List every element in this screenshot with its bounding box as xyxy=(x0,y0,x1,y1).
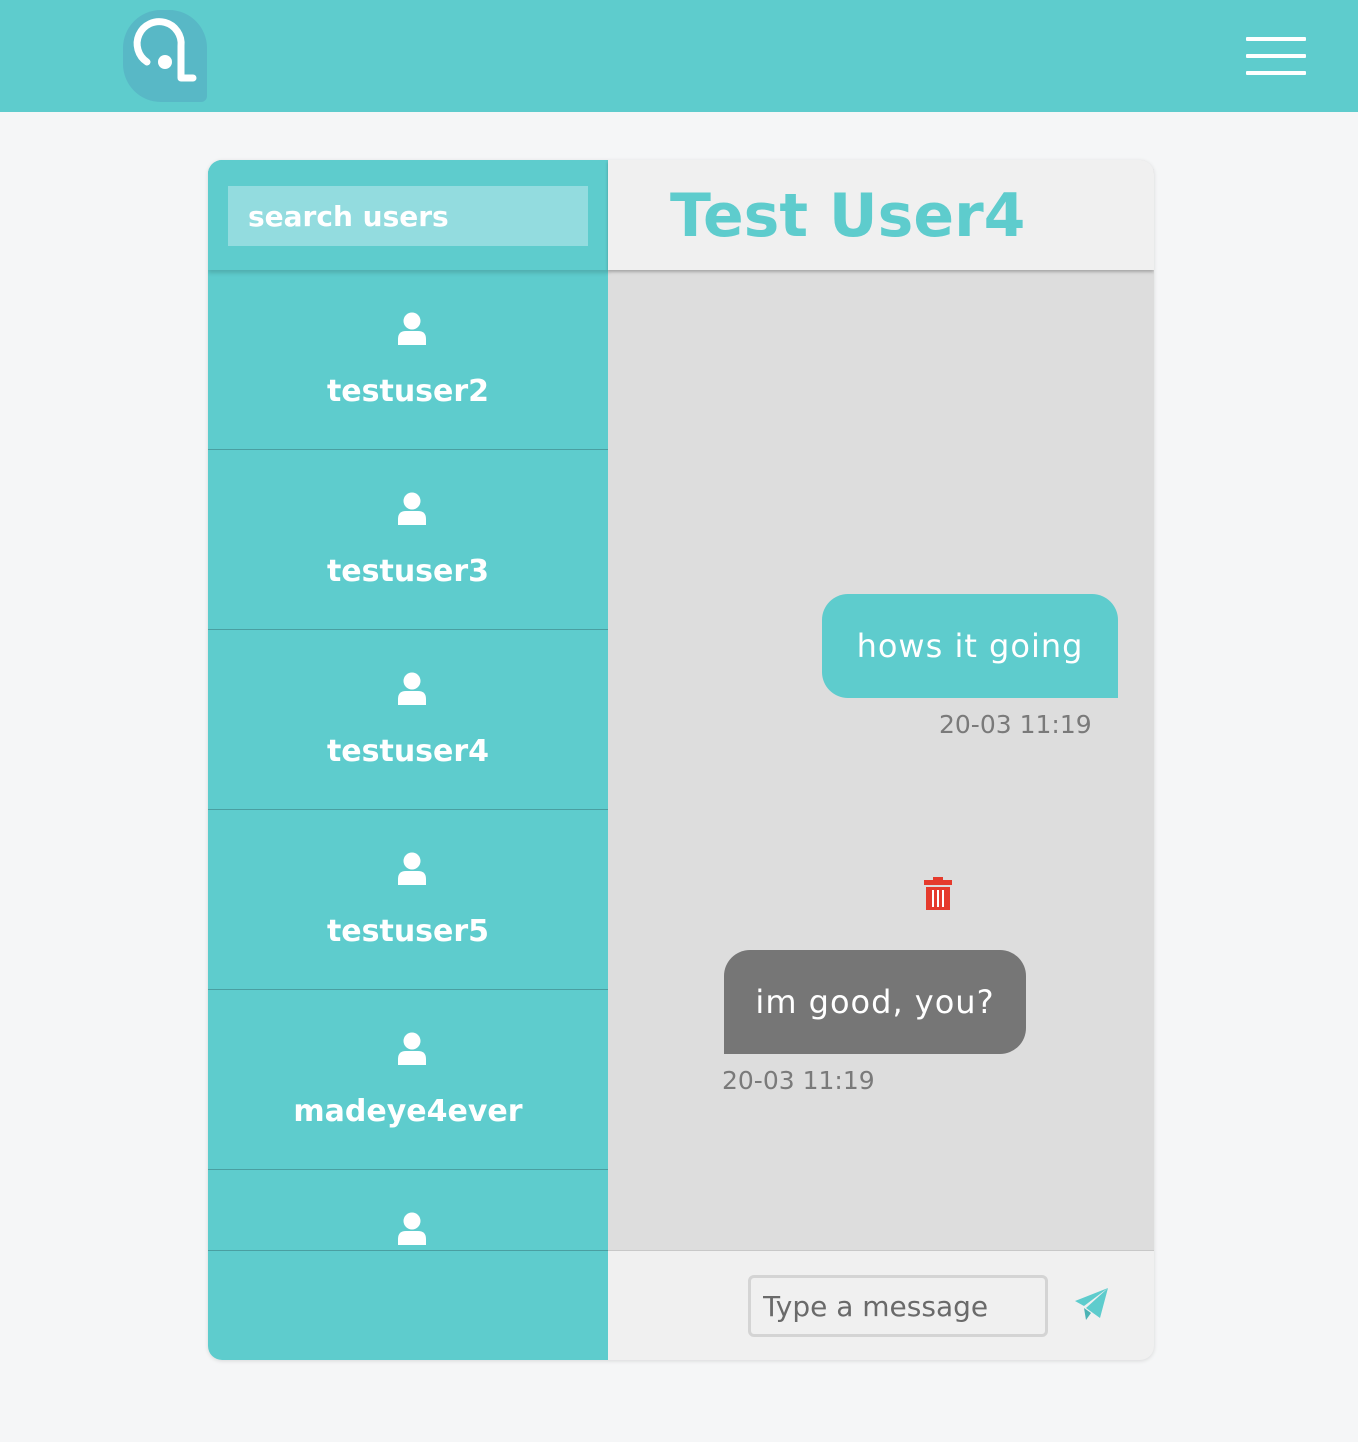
user-sidebar: testuser2 testuser3 testuser4 xyxy=(208,160,608,1360)
user-list-item[interactable]: testuser3 xyxy=(208,450,608,630)
hamburger-menu-icon[interactable] xyxy=(1246,37,1306,75)
message-input[interactable] xyxy=(748,1275,1048,1337)
paper-plane-icon[interactable] xyxy=(1074,1287,1110,1321)
message-timestamp: 20-03 11:19 xyxy=(722,1066,875,1095)
user-name: testuser5 xyxy=(326,914,490,949)
user-name: testuser3 xyxy=(326,554,490,589)
user-list-item[interactable] xyxy=(208,1170,608,1250)
user-icon xyxy=(398,1212,426,1245)
chat-partner-name: Test User4 xyxy=(670,181,1026,251)
user-list-item[interactable]: testuser2 xyxy=(208,270,608,450)
user-icon xyxy=(398,312,426,345)
search-bar xyxy=(208,160,608,270)
message-composer xyxy=(608,1250,1154,1360)
chat-panel: Test User4 hows it going 20-03 11:19 im … xyxy=(608,160,1154,1360)
search-users-input[interactable] xyxy=(228,186,588,246)
sent-message-bubble: hows it going xyxy=(822,594,1118,698)
chat-card: testuser2 testuser3 testuser4 xyxy=(208,160,1154,1360)
user-name: testuser4 xyxy=(326,734,490,769)
user-icon xyxy=(398,852,426,885)
user-list: testuser2 testuser3 testuser4 testuser5 … xyxy=(208,270,608,1250)
list-divider xyxy=(208,1250,608,1251)
top-navbar xyxy=(0,0,1358,112)
message-text: hows it going xyxy=(856,627,1084,665)
message-text: im good, you? xyxy=(755,983,995,1021)
trash-icon[interactable] xyxy=(924,877,952,910)
user-list-item[interactable]: testuser4 xyxy=(208,630,608,810)
user-name: madeye4ever xyxy=(293,1094,523,1129)
chat-header: Test User4 xyxy=(608,160,1154,270)
user-name: testuser2 xyxy=(326,374,490,409)
user-icon xyxy=(398,1032,426,1065)
user-list-item[interactable]: madeye4ever xyxy=(208,990,608,1170)
app-logo-icon[interactable] xyxy=(123,10,207,102)
message-timestamp: 20-03 11:19 xyxy=(939,710,1092,739)
user-list-item[interactable]: testuser5 xyxy=(208,810,608,990)
user-icon xyxy=(398,492,426,525)
received-message-bubble: im good, you? xyxy=(724,950,1026,1054)
user-icon xyxy=(398,672,426,705)
